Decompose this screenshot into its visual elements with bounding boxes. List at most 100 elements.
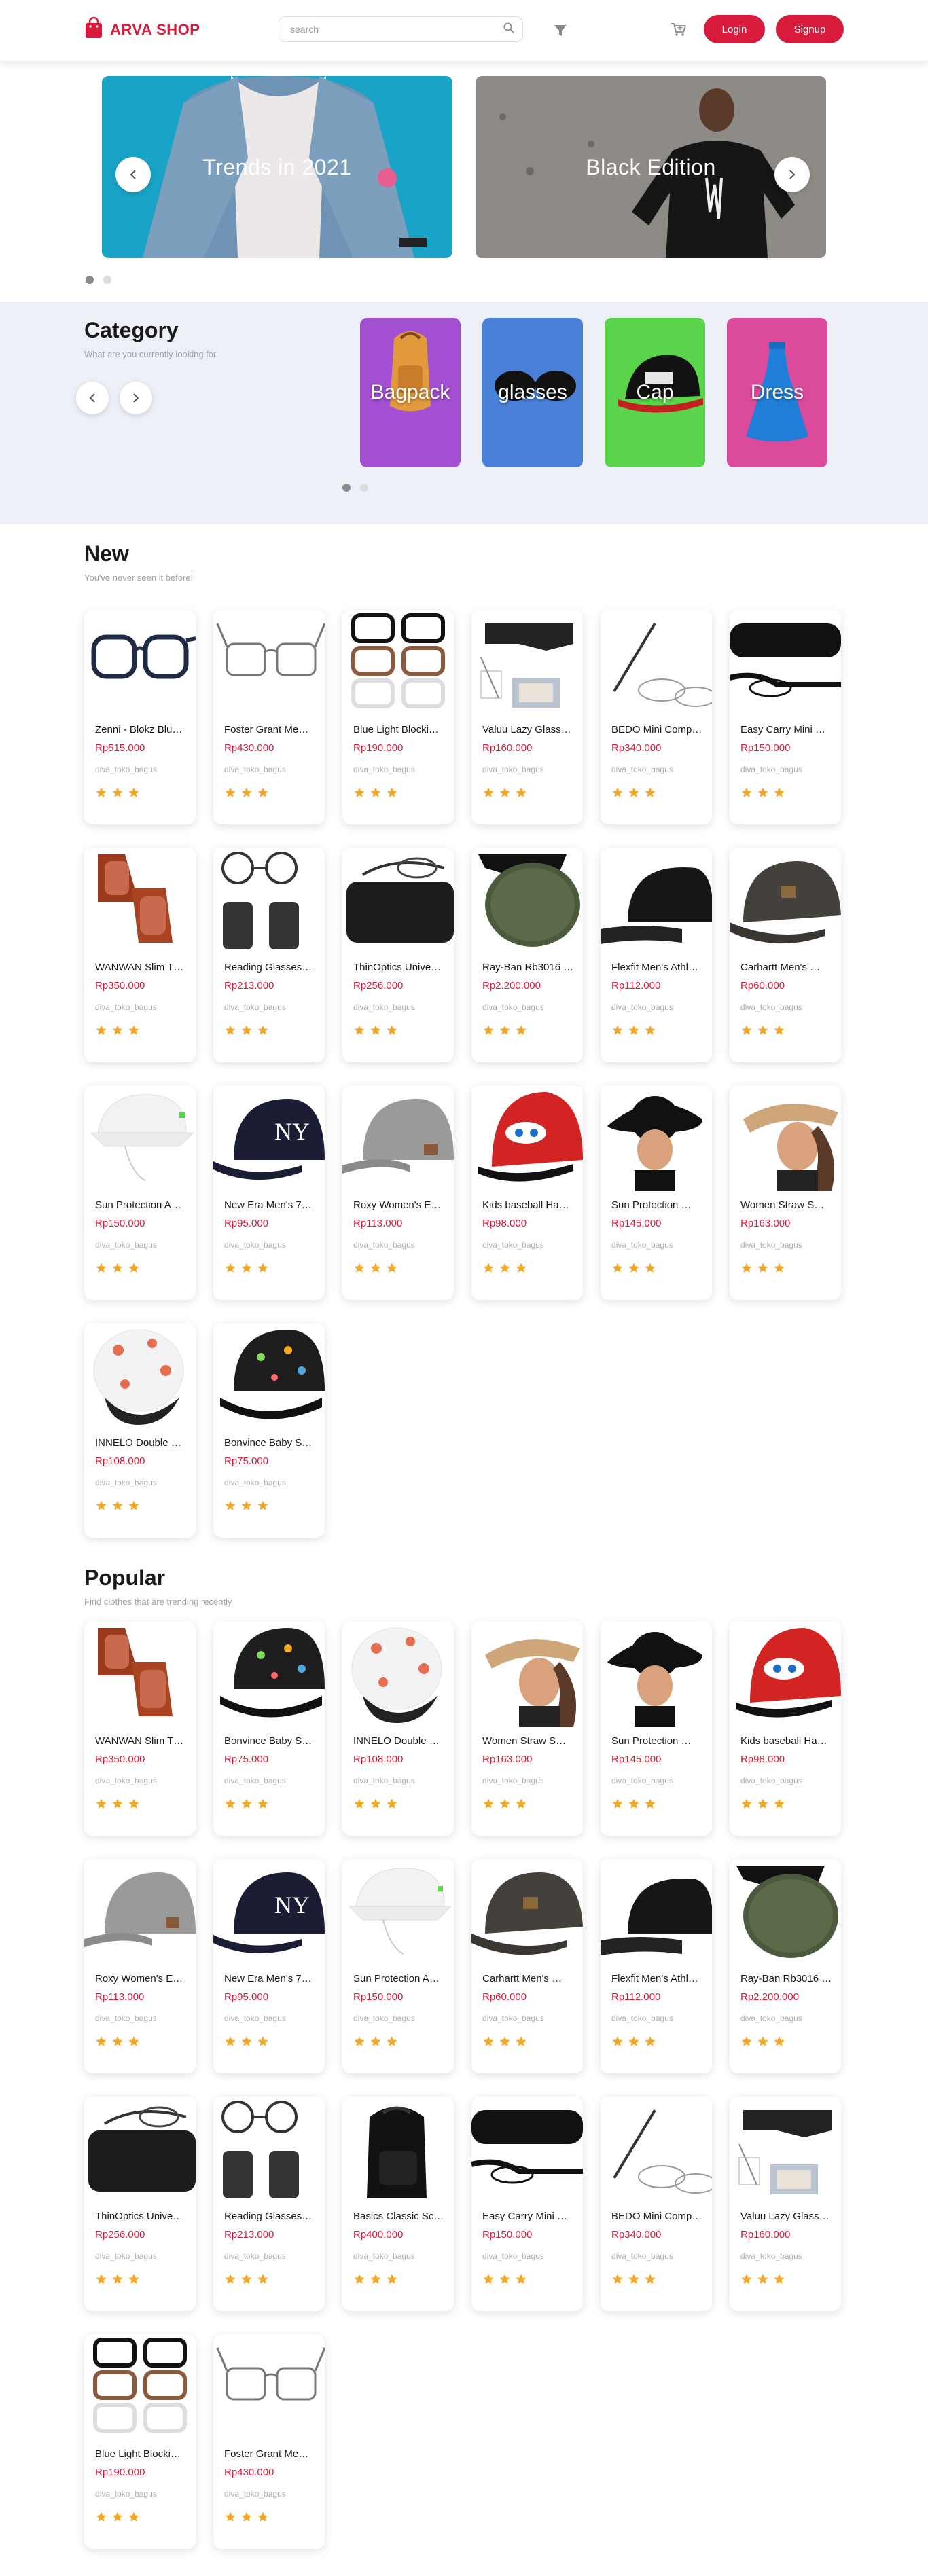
product-card[interactable]: WANWAN Slim T… Rp350.000 diva_toko_bagus bbox=[84, 848, 196, 1062]
signup-button[interactable]: Signup bbox=[776, 15, 844, 43]
product-card[interactable]: Bonvince Baby S… Rp75.000 diva_toko_bagus bbox=[213, 1323, 325, 1538]
product-price: Rp163.000 bbox=[482, 1754, 533, 1765]
product-card[interactable]: BEDO Mini Comp… Rp340.000 diva_toko_bagus bbox=[601, 2097, 712, 2311]
star-icon bbox=[757, 2036, 768, 2046]
product-rating bbox=[95, 2273, 196, 2285]
star-icon bbox=[96, 1263, 107, 1273]
product-image bbox=[601, 2097, 712, 2202]
product-card[interactable]: Bonvince Baby S… Rp75.000 diva_toko_bagus bbox=[213, 1621, 325, 1836]
product-card[interactable]: BEDO Mini Comp… Rp340.000 diva_toko_bagus bbox=[601, 610, 712, 824]
product-shop: diva_toko_bagus bbox=[95, 2251, 157, 2261]
pagination-dot[interactable] bbox=[342, 484, 351, 492]
product-rating bbox=[482, 786, 583, 799]
pagination-dot[interactable] bbox=[360, 484, 368, 492]
product-price: Rp150.000 bbox=[353, 1991, 404, 2003]
hero-prev-button[interactable] bbox=[115, 157, 151, 192]
product-shop: diva_toko_bagus bbox=[482, 765, 544, 774]
category-next-button[interactable] bbox=[120, 382, 152, 414]
product-card[interactable]: ThinOptics Unive… Rp256.000 diva_toko_bagu… bbox=[342, 848, 454, 1062]
star-icon bbox=[112, 1500, 123, 1510]
star-icon bbox=[370, 1798, 381, 1809]
product-card[interactable]: Foster Grant Me… Rp430.000 diva_toko_bagus bbox=[213, 610, 325, 824]
product-rating bbox=[353, 786, 454, 799]
product-card[interactable]: Women Straw S… Rp163.000 diva_toko_bagus bbox=[471, 1621, 583, 1836]
star-icon bbox=[112, 1263, 123, 1273]
product-price: Rp163.000 bbox=[740, 1218, 791, 1229]
product-card[interactable]: Reading Glasses… Rp213.000 diva_toko_bagus bbox=[213, 2097, 325, 2311]
star-icon bbox=[499, 1025, 510, 1035]
product-name: INNELO Double … bbox=[353, 1735, 440, 1747]
product-shop: diva_toko_bagus bbox=[224, 1776, 286, 1785]
product-price: Rp95.000 bbox=[224, 1991, 269, 2003]
product-card[interactable]: Valuu Lazy Glass… Rp160.000 diva_toko_bagu… bbox=[730, 2097, 841, 2311]
product-card[interactable]: Valuu Lazy Glass… Rp160.000 diva_toko_bagu… bbox=[471, 610, 583, 824]
category-tile-dress[interactable]: Dress bbox=[727, 318, 827, 467]
search-input[interactable] bbox=[290, 24, 503, 35]
product-card[interactable]: Zenni - Blokz Blu… Rp515.000 diva_toko_bag… bbox=[84, 610, 196, 824]
product-card[interactable]: Sun Protection A… Rp150.000 diva_toko_bagu… bbox=[342, 1859, 454, 2073]
product-card[interactable]: NY New Era Men's 7… Rp95.000 diva_toko_bagu… bbox=[213, 1859, 325, 2073]
filter-icon[interactable] bbox=[552, 22, 569, 39]
product-card[interactable]: ThinOptics Unive… Rp256.000 diva_toko_bagu… bbox=[84, 2097, 196, 2311]
product-name: WANWAN Slim T… bbox=[95, 1735, 184, 1747]
star-icon bbox=[128, 1798, 139, 1809]
category-prev-button[interactable] bbox=[76, 382, 109, 414]
product-card[interactable]: Easy Carry Mini … Rp150.000 diva_toko_bagu… bbox=[730, 610, 841, 824]
star-icon bbox=[241, 2036, 252, 2046]
hero-slide-black-edition[interactable]: Black Edition bbox=[476, 76, 826, 258]
product-card[interactable]: Carhartt Men's … Rp60.000 diva_toko_bagus bbox=[471, 1859, 583, 2073]
pagination-dot[interactable] bbox=[103, 276, 111, 284]
product-card[interactable]: Roxy Women's E… Rp113.000 diva_toko_bagus bbox=[84, 1859, 196, 2073]
product-shop: diva_toko_bagus bbox=[95, 1240, 157, 1250]
product-card[interactable]: WANWAN Slim T… Rp350.000 diva_toko_bagus bbox=[84, 1621, 196, 1836]
product-rating bbox=[482, 2273, 583, 2285]
star-icon bbox=[645, 787, 656, 797]
star-icon bbox=[774, 1798, 785, 1809]
product-rating bbox=[740, 1024, 841, 1036]
product-card[interactable]: Easy Carry Mini … Rp150.000 diva_toko_bagu… bbox=[471, 2097, 583, 2311]
product-card[interactable]: Blue Light Blocki… Rp190.000 diva_toko_bag… bbox=[84, 2334, 196, 2549]
product-card[interactable]: Foster Grant Me… Rp430.000 diva_toko_bagus bbox=[213, 2334, 325, 2549]
pagination-dot[interactable] bbox=[86, 276, 94, 284]
category-tile-bagpack[interactable]: Bagpack bbox=[360, 318, 461, 467]
star-icon bbox=[612, 1263, 623, 1273]
product-shop: diva_toko_bagus bbox=[740, 2251, 802, 2261]
product-card[interactable]: Ray-Ban Rb3016 … Rp2.200.000 diva_toko_bag… bbox=[471, 848, 583, 1062]
category-tile-cap[interactable]: Cap bbox=[605, 318, 705, 467]
product-card[interactable]: Sun Protection … Rp145.000 diva_toko_bagus bbox=[601, 1621, 712, 1836]
search-bar[interactable] bbox=[279, 16, 523, 42]
product-card[interactable]: Flexfit Men's Athl… Rp112.000 diva_toko_ba… bbox=[601, 848, 712, 1062]
star-icon bbox=[645, 2274, 656, 2284]
product-rating bbox=[740, 1798, 841, 1810]
product-card[interactable]: Blue Light Blocki… Rp190.000 diva_toko_bag… bbox=[342, 610, 454, 824]
star-icon bbox=[225, 2274, 236, 2284]
product-card[interactable]: Flexfit Men's Athl… Rp112.000 diva_toko_ba… bbox=[601, 1859, 712, 2073]
product-card[interactable]: Kids baseball Ha… Rp98.000 diva_toko_bagus bbox=[730, 1621, 841, 1836]
product-card[interactable]: Roxy Women's E… Rp113.000 diva_toko_bagus bbox=[342, 1085, 454, 1300]
product-image bbox=[601, 610, 712, 716]
product-card[interactable]: Reading Glasses… Rp213.000 diva_toko_bagus bbox=[213, 848, 325, 1062]
brand-logo[interactable]: ARVA SHOP bbox=[84, 16, 200, 43]
product-card[interactable]: INNELO Double … Rp108.000 diva_toko_bagus bbox=[84, 1323, 196, 1538]
star-icon bbox=[354, 2036, 365, 2046]
product-name: Sun Protection A… bbox=[353, 1973, 440, 1984]
product-rating bbox=[353, 1798, 454, 1810]
product-name: BEDO Mini Comp… bbox=[611, 724, 702, 736]
product-shop: diva_toko_bagus bbox=[353, 2014, 415, 2023]
hero-slide-trends[interactable]: Trends in 2021 bbox=[102, 76, 452, 258]
product-card[interactable]: Sun Protection A… Rp150.000 diva_toko_bagu… bbox=[84, 1085, 196, 1300]
product-card[interactable]: Carhartt Men's … Rp60.000 diva_toko_bagus bbox=[730, 848, 841, 1062]
product-card[interactable]: Sun Protection … Rp145.000 diva_toko_bagus bbox=[601, 1085, 712, 1300]
cart-icon[interactable] bbox=[669, 20, 688, 39]
login-button[interactable]: Login bbox=[704, 15, 765, 43]
search-icon[interactable] bbox=[503, 22, 514, 37]
hero-next-button[interactable] bbox=[774, 157, 810, 192]
product-card[interactable]: Women Straw S… Rp163.000 diva_toko_bagus bbox=[730, 1085, 841, 1300]
product-card[interactable]: Ray-Ban Rb3016 … Rp2.200.000 diva_toko_bag… bbox=[730, 1859, 841, 2073]
category-tile-glasses[interactable]: glasses bbox=[482, 318, 583, 467]
star-icon bbox=[387, 2036, 397, 2046]
product-card[interactable]: NY New Era Men's 7… Rp95.000 diva_toko_bagu… bbox=[213, 1085, 325, 1300]
product-card[interactable]: Basics Classic Sc… Rp400.000 diva_toko_bag… bbox=[342, 2097, 454, 2311]
product-card[interactable]: Kids baseball Ha… Rp98.000 diva_toko_bagus bbox=[471, 1085, 583, 1300]
product-card[interactable]: INNELO Double … Rp108.000 diva_toko_bagus bbox=[342, 1621, 454, 1836]
